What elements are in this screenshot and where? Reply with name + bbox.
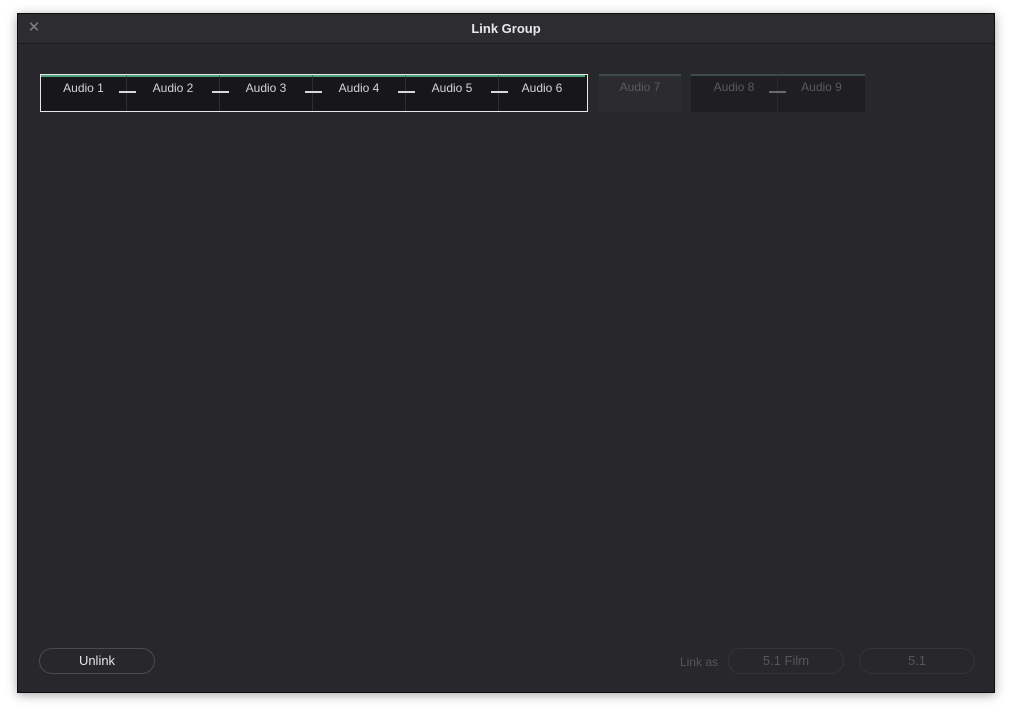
dialog-title: Link Group [471, 21, 541, 36]
track-audio-2[interactable]: Audio 2 [127, 75, 220, 111]
track-audio-4[interactable]: Audio 4 [313, 75, 406, 111]
track-audio-8[interactable]: Audio 8 [691, 74, 778, 112]
track-label: Audio 6 [521, 81, 563, 95]
link-as-51-button[interactable]: 5.1 [859, 648, 975, 674]
title-bar: ✕ Link Group [18, 14, 994, 44]
track-audio-5[interactable]: Audio 5 [406, 75, 499, 111]
track-audio-7[interactable]: Audio 7 [599, 74, 681, 112]
link-as-51-film-button[interactable]: 5.1 Film [728, 648, 844, 674]
link-group-dialog: ✕ Link Group Audio 1 Audio 2 Audio 3 Aud… [17, 13, 995, 693]
link-indicator-icon [398, 91, 415, 93]
track-label: Audio 7 [619, 80, 661, 94]
track-audio-6[interactable]: Audio 6 [499, 75, 585, 111]
track-label: Audio 4 [338, 81, 380, 95]
track-label: Audio 2 [152, 81, 194, 95]
track-label: Audio 3 [245, 81, 287, 95]
track-audio-9[interactable]: Audio 9 [778, 74, 865, 112]
track-label: Audio 8 [713, 80, 755, 94]
track-audio-1[interactable]: Audio 1 [41, 75, 127, 111]
track-label: Audio 1 [63, 81, 104, 95]
unlink-button[interactable]: Unlink [39, 648, 155, 674]
linked-track-group[interactable]: Audio 1 Audio 2 Audio 3 Audio 4 Audio 5 … [40, 74, 588, 112]
track-label: Audio 5 [431, 81, 473, 95]
link-indicator-icon [305, 91, 322, 93]
track-label: Audio 9 [801, 80, 842, 94]
link-as-label: Link as [679, 655, 718, 669]
unlinked-track-group[interactable]: Audio 7 [599, 74, 681, 112]
link-indicator-icon [491, 91, 508, 93]
link-indicator-icon [769, 91, 786, 93]
stereo-track-group[interactable]: Audio 8 Audio 9 [691, 74, 865, 112]
link-indicator-icon [212, 91, 229, 93]
link-indicator-icon [119, 91, 136, 93]
track-audio-3[interactable]: Audio 3 [220, 75, 313, 111]
